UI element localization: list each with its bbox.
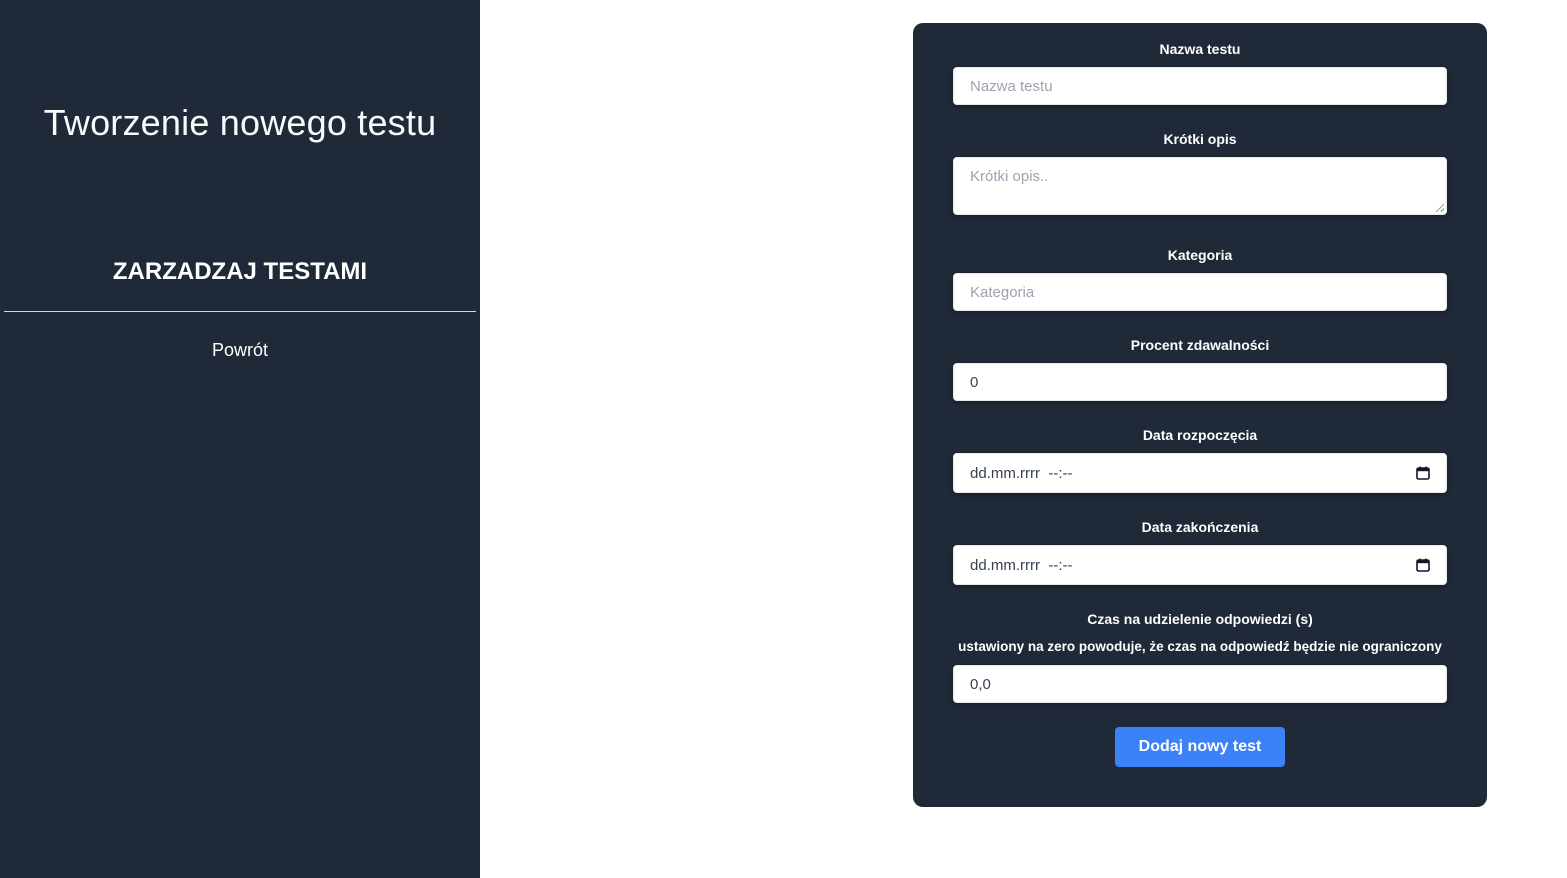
back-link[interactable]: Powrót bbox=[0, 340, 480, 361]
add-test-button[interactable]: Dodaj nowy test bbox=[1115, 727, 1285, 767]
description-placeholder: Krótki opis.. bbox=[970, 168, 1049, 185]
sidebar-heading: ZARZADZAJ TESTAMI bbox=[112, 258, 368, 285]
page-title: Tworzenie nowego testu bbox=[43, 102, 437, 143]
sidebar-divider bbox=[4, 311, 476, 312]
calendar-icon[interactable] bbox=[1416, 466, 1430, 480]
sidebar: Tworzenie nowego testu ZARZADZAJ TESTAMI… bbox=[0, 0, 480, 878]
description-label: Krótki opis bbox=[1163, 131, 1237, 147]
pass-percent-label: Procent zdawalności bbox=[1130, 337, 1270, 353]
start-date-value: dd.mm.rrrr --:-- bbox=[970, 464, 1073, 482]
resize-handle-icon[interactable] bbox=[1436, 204, 1444, 212]
category-label: Kategoria bbox=[1167, 247, 1233, 263]
pass-percent-input[interactable]: 0 bbox=[953, 363, 1447, 401]
calendar-icon[interactable] bbox=[1416, 558, 1430, 572]
end-date-label: Data zakończenia bbox=[1141, 519, 1259, 535]
answer-time-label: Czas na udzielenie odpowiedzi (s) bbox=[1087, 611, 1313, 627]
name-label: Nazwa testu bbox=[1159, 41, 1241, 57]
answer-time-hint: ustawiony na zero powoduje, że czas na o… bbox=[958, 639, 1442, 654]
name-input[interactable]: Nazwa testu bbox=[953, 67, 1447, 105]
end-date-input[interactable]: dd.mm.rrrr --:-- bbox=[953, 545, 1447, 585]
description-textarea[interactable]: Krótki opis.. bbox=[953, 157, 1447, 215]
category-input[interactable]: Kategoria bbox=[953, 273, 1447, 311]
create-test-form: Nazwa testu Nazwa testu Krótki opis Krót… bbox=[913, 23, 1487, 807]
start-date-label: Data rozpoczęcia bbox=[1142, 427, 1258, 443]
start-date-input[interactable]: dd.mm.rrrr --:-- bbox=[953, 453, 1447, 493]
end-date-value: dd.mm.rrrr --:-- bbox=[970, 556, 1073, 574]
answer-time-input[interactable]: 0,0 bbox=[953, 665, 1447, 703]
